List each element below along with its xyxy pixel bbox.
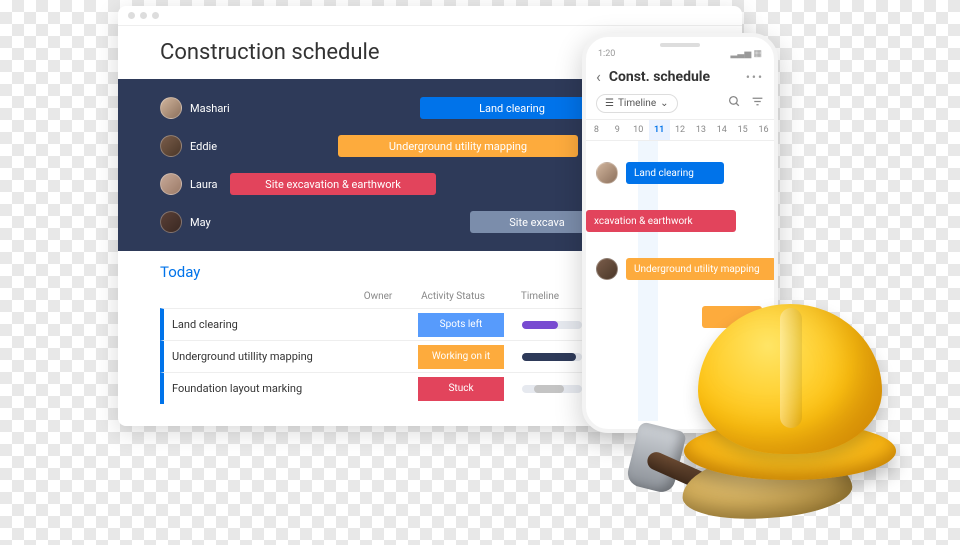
date-cell[interactable]: 12	[670, 120, 691, 140]
phone-gantt-row[interactable]: Land clearing	[586, 149, 774, 197]
avatar	[160, 135, 182, 157]
hard-hat-icon	[684, 304, 896, 480]
gantt-bar[interactable]: Land clearing	[626, 162, 724, 184]
task-name: Foundation layout marking	[172, 382, 362, 395]
phone-signal-icon: ▂▃▅ ▦	[731, 49, 763, 59]
phone-title: Const. schedule	[609, 69, 738, 85]
gantt-bar[interactable]: xcavation & earthwork	[586, 210, 736, 232]
window-dot-icon	[128, 12, 135, 19]
status-badge[interactable]: Stuck	[418, 377, 504, 401]
construction-props-illustration	[626, 280, 916, 540]
gantt-bar[interactable]: Land clearing	[420, 97, 604, 119]
date-cell[interactable]: 13	[690, 120, 711, 140]
owner-name: Laura	[190, 178, 217, 191]
date-cell[interactable]: 9	[607, 120, 628, 140]
back-button[interactable]: ‹	[596, 67, 601, 86]
owner-name: May	[190, 216, 211, 229]
date-cell[interactable]: 8	[586, 120, 607, 140]
avatar	[389, 317, 391, 332]
window-dot-icon	[140, 12, 147, 19]
date-cell[interactable]: 14	[711, 120, 732, 140]
filter-icon[interactable]	[751, 95, 764, 112]
timeline-bar	[522, 385, 582, 393]
avatar	[160, 173, 182, 195]
avatar	[596, 162, 618, 184]
timeline-bar	[522, 321, 582, 329]
chevron-down-icon: ⌄	[660, 98, 668, 109]
phone-gantt-row[interactable]: xcavation & earthwork	[586, 197, 774, 245]
date-cell[interactable]: 16	[753, 120, 774, 140]
status-badge[interactable]: Working on it	[418, 345, 504, 369]
col-timeline: Timeline	[500, 291, 580, 302]
date-cell-today[interactable]: 11	[649, 120, 670, 140]
owner-name: Mashari	[190, 102, 230, 115]
task-name: Underground utillity mapping	[172, 350, 362, 363]
phone-notch-icon	[660, 43, 700, 47]
col-status: Activity Status	[406, 291, 500, 302]
view-selector[interactable]: ☰ Timeline ⌄	[596, 94, 678, 113]
search-icon[interactable]	[728, 95, 741, 112]
window-chrome	[118, 6, 742, 26]
timeline-bar	[522, 353, 582, 361]
gantt-bar[interactable]: Underground utility mapping	[626, 258, 776, 280]
phone-time: 1:20	[598, 49, 615, 59]
avatar	[160, 211, 182, 233]
avatar	[160, 97, 182, 119]
status-badge[interactable]: Spots left	[418, 313, 504, 337]
gantt-bar[interactable]: Underground utility mapping	[338, 135, 578, 157]
avatar	[389, 349, 391, 364]
avatar	[596, 258, 618, 280]
timeline-icon: ☰	[605, 98, 614, 109]
col-owner: Owner	[350, 291, 406, 302]
date-cell[interactable]: 10	[628, 120, 649, 140]
more-button[interactable]: •••	[746, 70, 764, 84]
gantt-bar[interactable]: Site excavation & earthwork	[230, 173, 436, 195]
view-label: Timeline	[618, 98, 656, 109]
window-dot-icon	[152, 12, 159, 19]
phone-statusbar: 1:20 ▂▃▅ ▦	[586, 37, 774, 63]
date-strip[interactable]: 8 9 10 11 12 13 14 15 16	[586, 119, 774, 141]
avatar	[389, 381, 391, 396]
owner-name: Eddie	[190, 140, 217, 153]
task-name: Land clearing	[172, 318, 362, 331]
date-cell[interactable]: 15	[732, 120, 753, 140]
